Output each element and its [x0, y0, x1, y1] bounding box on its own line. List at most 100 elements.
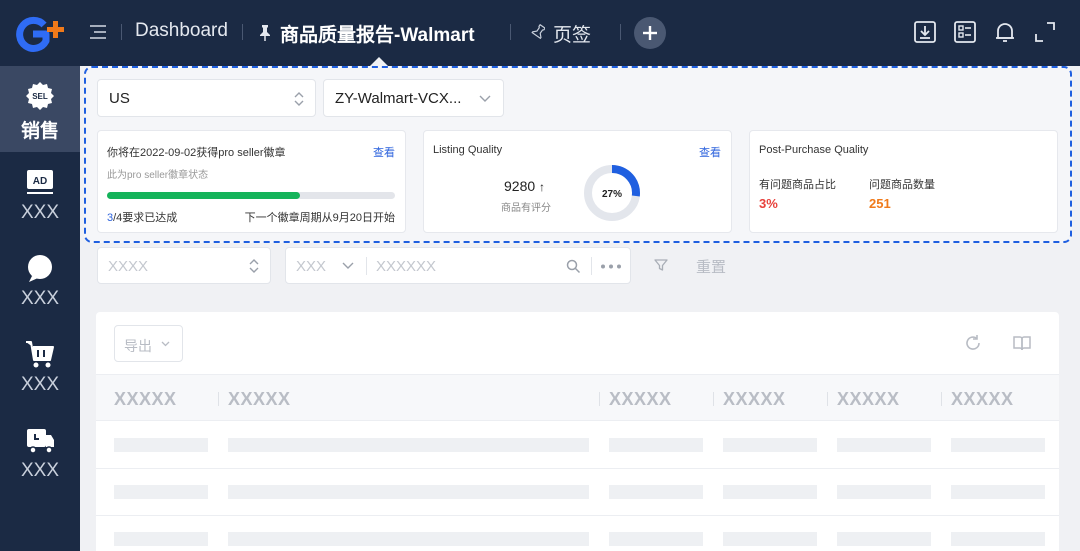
view-link[interactable]: 查看	[699, 144, 721, 160]
export-button[interactable]: 导出	[114, 325, 183, 362]
divider	[121, 24, 122, 40]
divider	[591, 257, 592, 275]
problem-count-value: 251	[869, 196, 891, 211]
divider	[599, 392, 600, 406]
loading-placeholder	[723, 438, 817, 452]
plus-icon	[643, 26, 657, 40]
column-header[interactable]: XXXXX	[837, 389, 900, 410]
menu-icon[interactable]	[88, 22, 108, 42]
loading-placeholder	[951, 438, 1045, 452]
card-title: Listing Quality	[433, 144, 503, 156]
donut-percent-label: 27%	[602, 189, 622, 200]
loading-placeholder	[609, 532, 703, 546]
pin-outline-icon[interactable]	[531, 24, 545, 42]
pro-seller-card: 你将在2022-09-02获得pro seller徽章 查看 此为pro sel…	[97, 130, 406, 233]
breadcrumb-dashboard[interactable]: Dashboard	[135, 20, 228, 42]
svg-text:SEL: SEL	[32, 92, 48, 101]
view-link[interactable]: 查看	[373, 144, 395, 160]
sidebar-item-cart[interactable]: XXX	[0, 324, 80, 410]
checklist-icon[interactable]	[953, 20, 977, 44]
chevron-down-icon[interactable]	[342, 262, 354, 270]
ad-icon: AD	[27, 170, 53, 194]
column-header[interactable]: XXXXX	[228, 389, 291, 410]
listing-quality-card: Listing Quality 查看 9280 ↑ 商品有评分 27%	[423, 130, 732, 233]
sidebar-item-label: XXX	[20, 374, 60, 395]
app-logo[interactable]	[12, 16, 70, 52]
column-header[interactable]: XXXXX	[951, 389, 1014, 410]
sidebar-item-messages[interactable]: XXX	[0, 238, 80, 324]
quality-summary-panel: US ZY-Walmart-VCX... 你将在2022-09-02获得pro …	[84, 66, 1072, 243]
loading-placeholder	[114, 438, 208, 452]
loading-placeholder	[114, 485, 208, 499]
column-header[interactable]: XXXXX	[723, 389, 786, 410]
active-tab-indicator	[370, 57, 388, 66]
sidebar-item-ad[interactable]: AD XXX	[0, 152, 80, 238]
search-icon[interactable]	[566, 259, 581, 274]
rated-count: 9280 ↑	[504, 178, 546, 194]
columns-icon[interactable]	[1013, 335, 1031, 351]
sidebar-item-label: 销售	[20, 121, 59, 142]
filter-select[interactable]: XXXX	[97, 247, 271, 284]
next-cycle-text: 下一个徽章周期从9月20日开始	[244, 212, 395, 224]
divider	[620, 24, 621, 40]
loading-placeholder	[723, 485, 817, 499]
tab-report-title[interactable]: 商品质量报告-Walmart	[280, 20, 475, 47]
loading-placeholder	[951, 485, 1045, 499]
top-bar: Dashboard 商品质量报告-Walmart 页签	[0, 0, 1080, 66]
loading-placeholder	[228, 438, 589, 452]
divider	[713, 392, 714, 406]
search-field-select[interactable]: XXX	[296, 258, 326, 275]
tab-bookmark[interactable]: 页签	[553, 20, 591, 47]
sidebar-item-sales[interactable]: SEL 销售	[0, 66, 80, 152]
add-tab-button[interactable]	[634, 17, 666, 49]
loading-placeholder	[114, 532, 208, 546]
loading-placeholder	[723, 532, 817, 546]
store-select[interactable]: ZY-Walmart-VCX...	[323, 79, 504, 117]
divider	[218, 392, 219, 406]
rated-count-label: 商品有评分	[501, 203, 551, 214]
chat-bubble-icon	[28, 255, 52, 282]
bell-icon[interactable]	[993, 20, 1017, 44]
loading-placeholder	[228, 485, 589, 499]
problem-count-label: 问题商品数量	[869, 179, 935, 191]
problem-ratio-value: 3%	[759, 196, 778, 211]
row-divider	[96, 468, 1059, 469]
country-select[interactable]: US	[97, 79, 316, 117]
loading-placeholder	[228, 532, 589, 546]
progress-fill	[107, 192, 300, 199]
svg-text:AD: AD	[33, 176, 47, 187]
chevron-down-icon	[479, 95, 491, 102]
fullscreen-icon[interactable]	[1033, 20, 1057, 44]
sort-arrows-icon	[249, 259, 259, 273]
pin-icon[interactable]	[258, 24, 272, 42]
card-title: Post-Purchase Quality	[759, 144, 869, 156]
post-purchase-card: Post-Purchase Quality 有问题商品占比 3% 问题商品数量 …	[749, 130, 1058, 233]
column-header[interactable]: XXXXX	[114, 389, 177, 410]
divider	[941, 392, 942, 406]
card-title: 你将在2022-09-02获得pro seller徽章	[107, 147, 286, 159]
table-header: XXXXX XXXXX XXXXX XXXXX XXXXX XXXXX	[96, 374, 1059, 421]
problem-ratio-label: 有问题商品占比	[759, 179, 836, 191]
sidebar-item-delivery[interactable]: XXX	[0, 410, 80, 496]
search-input[interactable]: XXXXXX	[376, 258, 436, 275]
loading-placeholder	[837, 438, 931, 452]
card-subtitle: 此为pro seller徽章状态	[107, 170, 209, 181]
chevron-down-icon	[161, 341, 170, 347]
divider	[827, 392, 828, 406]
search-group: XXX XXXXXX	[285, 247, 631, 284]
export-label: 导出	[124, 338, 152, 354]
country-select-value: US	[109, 90, 130, 107]
divider	[242, 24, 243, 40]
loading-placeholder	[609, 485, 703, 499]
filter-icon[interactable]	[653, 257, 669, 273]
reset-button[interactable]: 重置	[696, 256, 726, 277]
delivery-truck-icon	[27, 429, 54, 454]
column-header[interactable]: XXXXX	[609, 389, 672, 410]
sidebar-item-label: XXX	[20, 460, 60, 481]
sidebar-item-label: XXX	[20, 288, 60, 309]
download-icon[interactable]	[913, 20, 937, 44]
requirements-total: /4要求已达成	[113, 212, 178, 224]
loading-placeholder	[609, 438, 703, 452]
refresh-icon[interactable]	[964, 334, 982, 352]
more-options-icon[interactable]	[600, 264, 622, 269]
